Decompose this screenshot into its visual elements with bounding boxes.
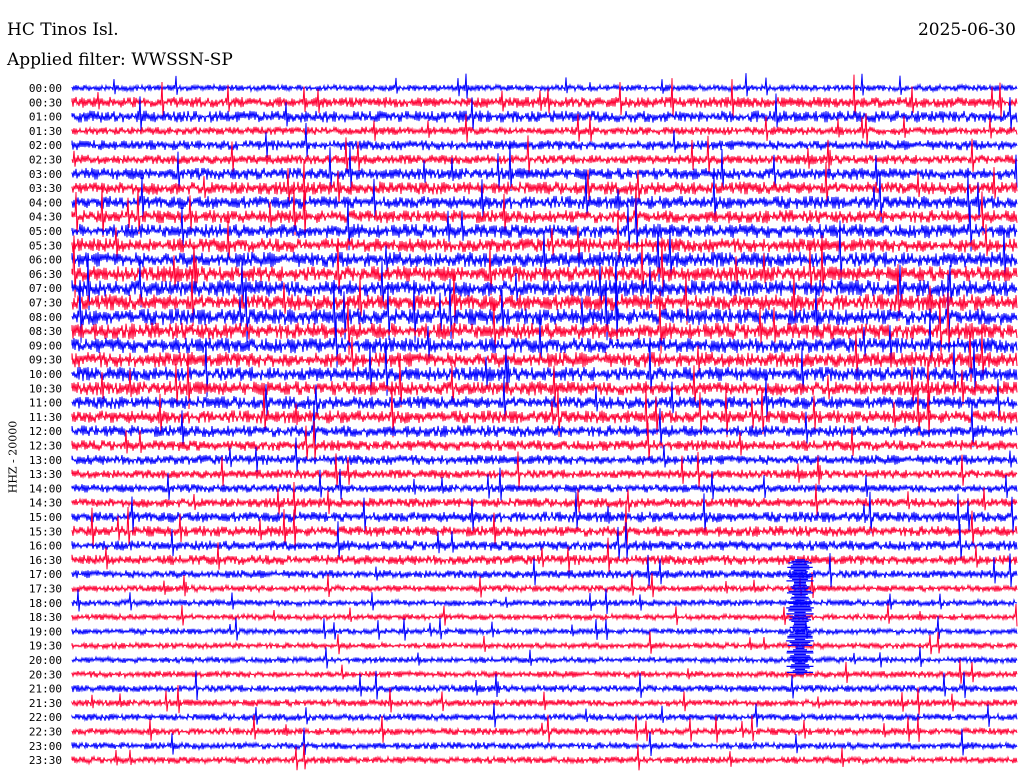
- time-tick-label: 17:00: [29, 568, 62, 581]
- time-tick-label: 06:00: [29, 254, 62, 267]
- time-tick-label: 10:00: [29, 368, 62, 381]
- helicorder-page: HC Tinos Isl. Applied filter: WWSSN-SP 2…: [0, 0, 1024, 780]
- trace-row-2030: [71, 659, 1018, 684]
- time-tick-label: 13:00: [29, 454, 62, 467]
- time-tick-label: 19:00: [29, 625, 62, 638]
- time-tick-label: 23:00: [29, 740, 62, 753]
- trace-row-1830: [71, 603, 1018, 627]
- time-tick-label: 18:30: [29, 611, 62, 624]
- time-tick-label: 20:30: [29, 668, 62, 681]
- time-tick-label: 11:30: [29, 411, 62, 424]
- time-tick-label: 21:00: [29, 683, 62, 696]
- trace-row-1930: [71, 631, 1018, 655]
- trace-row-1200: [71, 400, 1018, 449]
- time-tick-label: 15:30: [29, 525, 62, 538]
- time-tick-label: 10:30: [29, 382, 62, 395]
- time-tick-label: 09:30: [29, 354, 62, 367]
- time-tick-label: 03:30: [29, 182, 62, 195]
- time-tick-label: 06:30: [29, 268, 62, 281]
- time-tick-label: 16:30: [29, 554, 62, 567]
- time-tick-label: 13:30: [29, 468, 62, 481]
- time-tick-label: 04:00: [29, 196, 62, 209]
- time-tick-label: 08:30: [29, 325, 62, 338]
- time-tick-label: 11:00: [29, 397, 62, 410]
- time-tick-labels: 00:0000:30 01:0001:3002:00 02:3003:0003:30…: [29, 82, 62, 767]
- channel-label-text: HHZ - 20000: [6, 420, 20, 494]
- time-tick-label: 03:00: [29, 168, 62, 181]
- time-tick-label: 12:00: [29, 425, 62, 438]
- time-tick-label: 14:00: [29, 482, 62, 495]
- time-tick-label: 20:00: [29, 654, 62, 667]
- time-tick-label: 07:30: [29, 297, 62, 310]
- time-tick-label: 18:00: [29, 597, 62, 610]
- time-tick-label: 14:30: [29, 497, 62, 510]
- time-tick-label: 02:30: [29, 154, 62, 167]
- event-trace: [786, 559, 814, 675]
- trace-row-0030: [71, 74, 1018, 118]
- trace-row-1800: [71, 588, 1018, 615]
- time-tick-label: 16:00: [29, 540, 62, 553]
- time-tick-label: 07:00: [29, 282, 62, 295]
- trace-group: [71, 73, 1018, 771]
- time-tick-label: 09:00: [29, 339, 62, 352]
- time-tick-label: 22:30: [29, 726, 62, 739]
- time-tick-label: 05:30: [29, 239, 62, 252]
- time-tick-label: 19:30: [29, 640, 62, 653]
- time-tick-label: 00:30: [29, 96, 62, 109]
- trace-row-2000: [71, 646, 1018, 669]
- trace-row-1900: [71, 616, 1018, 641]
- trace-row-1230: [71, 420, 1018, 461]
- time-tick-label: 21:30: [29, 697, 62, 710]
- time-tick-label: 15:00: [29, 511, 62, 524]
- time-tick-label: 22:00: [29, 711, 62, 724]
- time-tick-label: 01:30: [29, 125, 62, 138]
- time-tick-label: 05:00: [29, 225, 62, 238]
- helicorder-plot: 00:0000:30 01:0001:3002:00 02:3003:0003:30…: [29, 73, 1018, 771]
- time-tick-label: 12:30: [29, 440, 62, 453]
- time-tick-label: 04:30: [29, 211, 62, 224]
- time-tick-label: 02:00: [29, 139, 62, 152]
- trace-row-1600: [71, 521, 1018, 561]
- time-tick-label: 08:00: [29, 311, 62, 324]
- trace-row-1500: [71, 491, 1018, 534]
- trace-row-0000: [71, 73, 1018, 99]
- time-tick-label: 23:30: [29, 754, 62, 767]
- channel-label: HHZ - 20000: [0, 412, 26, 502]
- time-tick-label: 00:00: [29, 82, 62, 95]
- time-tick-label: 17:30: [29, 583, 62, 596]
- time-tick-label: 01:00: [29, 111, 62, 124]
